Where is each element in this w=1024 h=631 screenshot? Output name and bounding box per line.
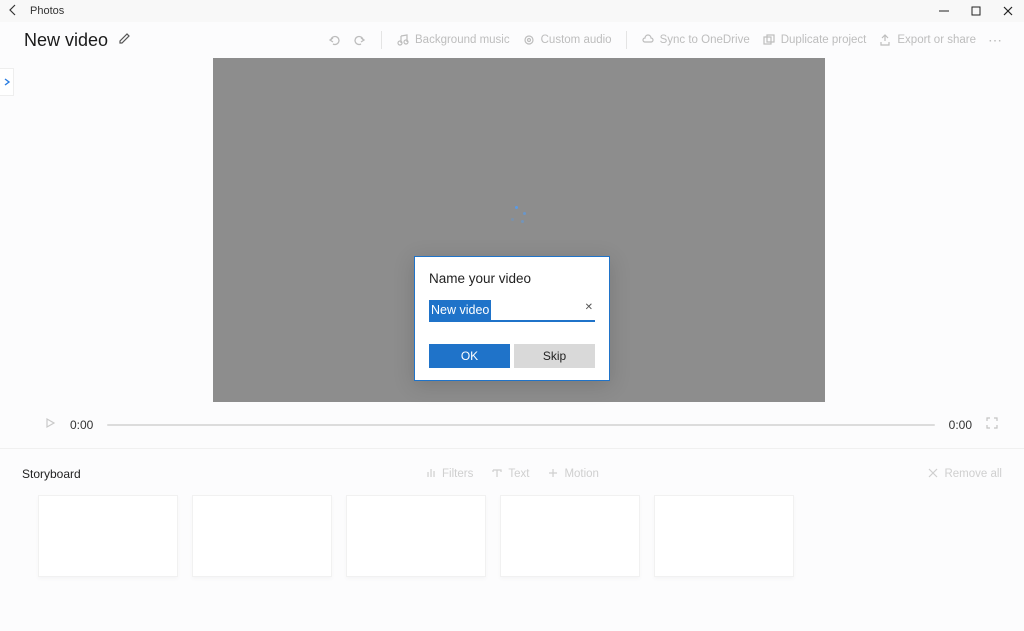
custom-audio-button[interactable]: Custom audio <box>516 29 618 51</box>
motion-button[interactable]: Motion <box>547 467 599 482</box>
sync-onedrive-button[interactable]: Sync to OneDrive <box>635 29 756 51</box>
storyboard-header: Storyboard Filters Text Motion Remove al… <box>0 448 1024 489</box>
filters-button[interactable]: Filters <box>425 467 473 482</box>
clear-input-button[interactable]: ✕ <box>585 302 593 313</box>
motion-icon <box>547 467 559 482</box>
time-total: 0:00 <box>949 418 972 432</box>
storyboard-card[interactable] <box>654 495 794 577</box>
filters-label: Filters <box>442 468 473 480</box>
header-toolbar: New video Background music Custom audio … <box>0 22 1024 58</box>
background-music-button[interactable]: Background music <box>390 29 516 51</box>
window-maximize-button[interactable] <box>960 0 992 22</box>
time-current: 0:00 <box>70 418 93 432</box>
dialog-title: Name your video <box>429 271 595 286</box>
loading-spinner-icon <box>509 206 529 226</box>
cloud-icon <box>641 33 655 47</box>
more-button[interactable]: ⋯ <box>982 32 1010 49</box>
divider <box>626 31 627 49</box>
divider <box>381 31 382 49</box>
duplicate-project-button[interactable]: Duplicate project <box>756 29 873 51</box>
app-name-label: Photos <box>26 5 64 17</box>
text-button[interactable]: Text <box>491 467 529 482</box>
close-icon <box>928 468 938 481</box>
edit-title-button[interactable] <box>118 31 132 50</box>
window-titlebar: Photos <box>0 0 1024 22</box>
motion-label: Motion <box>564 468 599 480</box>
audio-icon <box>522 33 536 47</box>
duplicate-label: Duplicate project <box>781 34 867 46</box>
timeline: 0:00 0:00 <box>14 402 1024 444</box>
undo-button[interactable] <box>321 29 347 51</box>
text-icon <box>491 467 503 482</box>
redo-icon <box>353 33 367 47</box>
export-share-button[interactable]: Export or share <box>872 29 982 51</box>
duplicate-icon <box>762 33 776 47</box>
text-label: Text <box>508 468 529 480</box>
storyboard-card[interactable] <box>500 495 640 577</box>
storyboard-strip <box>0 489 1024 597</box>
storyboard-card[interactable] <box>38 495 178 577</box>
export-label: Export or share <box>897 34 976 46</box>
storyboard-title: Storyboard <box>22 467 81 481</box>
video-name-value: New video <box>429 300 491 320</box>
timeline-track[interactable] <box>107 424 934 426</box>
export-icon <box>878 33 892 47</box>
expand-panel-button[interactable] <box>0 68 14 96</box>
storyboard-card[interactable] <box>346 495 486 577</box>
filters-icon <box>425 467 437 482</box>
window-minimize-button[interactable] <box>928 0 960 22</box>
music-icon <box>396 33 410 47</box>
dialog-skip-button[interactable]: Skip <box>514 344 595 368</box>
project-title: New video <box>24 30 108 51</box>
background-music-label: Background music <box>415 34 510 46</box>
redo-button[interactable] <box>347 29 373 51</box>
fullscreen-button[interactable] <box>986 416 998 434</box>
window-close-button[interactable] <box>992 0 1024 22</box>
dialog-ok-button[interactable]: OK <box>429 344 510 368</box>
sync-label: Sync to OneDrive <box>660 34 750 46</box>
remove-all-label: Remove all <box>944 468 1002 480</box>
undo-icon <box>327 33 341 47</box>
left-panel-collapsed <box>0 58 14 448</box>
play-button[interactable] <box>44 416 56 434</box>
name-video-dialog: Name your video New video ✕ OK Skip <box>414 256 610 381</box>
custom-audio-label: Custom audio <box>541 34 612 46</box>
remove-all-button[interactable]: Remove all <box>928 468 1002 481</box>
back-button[interactable] <box>0 4 26 19</box>
storyboard-card[interactable] <box>192 495 332 577</box>
video-name-input[interactable]: New video ✕ <box>429 300 595 322</box>
